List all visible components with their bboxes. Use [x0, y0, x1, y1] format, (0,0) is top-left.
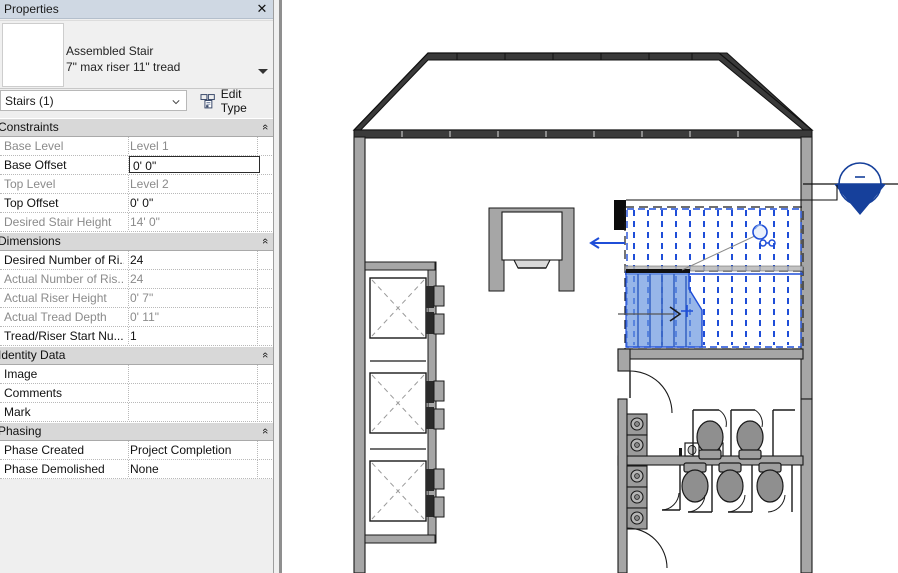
- property-value-cell: [128, 384, 258, 401]
- elevator-cab: [369, 372, 445, 434]
- property-value[interactable]: Project Completion: [130, 443, 258, 457]
- type-selector[interactable]: Assembled Stair 7" max riser 11" tread: [66, 43, 256, 75]
- property-group-header[interactable]: Phasing «: [0, 422, 274, 441]
- properties-grid: Constraints « Base Level Level 1 Base Offset…: [0, 118, 274, 479]
- property-row[interactable]: Actual Riser Height 0' 7": [0, 289, 274, 308]
- door-swing: [629, 370, 673, 414]
- collapse-chevron-icon[interactable]: «: [258, 352, 272, 358]
- urinal-fixtures: [626, 413, 648, 530]
- property-row[interactable]: Base Level Level 1: [0, 137, 274, 156]
- type-name-label: 7" max riser 11" tread: [66, 60, 181, 74]
- palette-title: Properties: [4, 2, 59, 16]
- property-value[interactable]: None: [130, 462, 258, 476]
- property-row[interactable]: Base Offset 0' 0": [0, 156, 274, 175]
- properties-title-bar: Properties ✕: [0, 0, 274, 19]
- property-value-cell: [128, 403, 258, 420]
- property-group-label: Constraints: [0, 120, 59, 134]
- type-preview-thumbnail: [2, 23, 64, 87]
- property-row[interactable]: Desired Stair Height 14' 0": [0, 213, 274, 232]
- property-row[interactable]: Phase Demolished None: [0, 460, 274, 479]
- property-value: 24: [130, 272, 144, 286]
- property-row[interactable]: Tread/Riser Start Nu... 1: [0, 327, 274, 346]
- stair-grip-control-icon[interactable]: [681, 224, 776, 271]
- property-value-input-focused[interactable]: 0' 0": [129, 156, 260, 173]
- close-icon[interactable]: ✕: [254, 1, 270, 17]
- application-window: Properties ✕ Assembled Stair 7" max rise…: [0, 0, 898, 573]
- property-key: Actual Tread Depth: [4, 310, 107, 324]
- property-group-label: Phasing: [0, 424, 42, 438]
- property-group-label: Identity Data: [0, 348, 66, 362]
- property-group-label: Dimensions: [0, 234, 61, 248]
- chevron-down-icon: [172, 100, 180, 105]
- property-value[interactable]: 1: [130, 329, 258, 343]
- property-key: Actual Number of Ris...: [4, 272, 124, 286]
- property-group-header[interactable]: Identity Data «: [0, 346, 274, 365]
- toilet-fixture: [736, 420, 764, 460]
- collapse-chevron-icon[interactable]: «: [258, 238, 272, 244]
- toilet-fixture: [716, 462, 744, 503]
- property-row[interactable]: Desired Number of Ri... 24: [0, 251, 274, 270]
- property-key: Actual Riser Height: [4, 291, 107, 305]
- property-group-header[interactable]: Dimensions «: [0, 232, 274, 251]
- toilet-fixture: [681, 462, 709, 503]
- flip-direction-arrow[interactable]: [589, 237, 625, 249]
- property-row[interactable]: Image: [0, 365, 274, 384]
- property-row[interactable]: Comments: [0, 384, 274, 403]
- properties-palette: Properties ✕ Assembled Stair 7" max rise…: [0, 0, 274, 573]
- collapse-chevron-icon[interactable]: «: [258, 124, 272, 130]
- property-value: Level 2: [130, 177, 169, 191]
- property-value: 14' 0": [130, 215, 160, 229]
- property-key: Phase Created: [4, 443, 85, 457]
- edit-type-icon: [200, 93, 215, 108]
- property-value: Level 1: [130, 139, 169, 153]
- edit-type-label: Edit Type: [220, 86, 247, 115]
- property-row[interactable]: Actual Number of Ris... 24: [0, 270, 274, 289]
- property-value: 0' 11": [130, 310, 160, 324]
- property-key: Image: [4, 367, 38, 381]
- property-key: Comments: [4, 386, 63, 400]
- property-row[interactable]: Top Level Level 2: [0, 175, 274, 194]
- toilet-fixture: [696, 420, 724, 460]
- floor-plan-drawing: [352, 52, 898, 573]
- property-value[interactable]: 24: [130, 253, 258, 267]
- property-value-cell: [128, 365, 258, 382]
- property-key: Base Offset: [4, 158, 67, 172]
- type-selector-block: Assembled Stair 7" max riser 11" tread: [0, 20, 274, 89]
- drawing-canvas[interactable]: [282, 0, 898, 573]
- toilet-fixture: [756, 462, 784, 503]
- selector-row: Stairs (1) Edit Type: [0, 87, 274, 115]
- property-key: Desired Stair Height: [4, 215, 112, 229]
- property-key: Top Level: [4, 177, 56, 191]
- roof-outline: [352, 52, 814, 139]
- property-row[interactable]: Phase Created Project Completion: [0, 441, 274, 460]
- stair-wall-stub: [614, 200, 626, 230]
- sink-fixtures: [679, 442, 724, 457]
- category-select[interactable]: Stairs (1): [0, 90, 187, 111]
- property-row[interactable]: Actual Tread Depth 0' 11": [0, 308, 274, 327]
- type-family-name: Assembled Stair: [66, 44, 154, 58]
- elevator-cab: [369, 277, 445, 339]
- category-select-value: Stairs (1): [5, 94, 54, 108]
- elevator-cab: [369, 460, 445, 522]
- edit-type-button[interactable]: Edit Type: [196, 87, 274, 115]
- door-swing: [626, 527, 668, 569]
- elevator-shafts: [364, 261, 445, 544]
- utility-closet: [488, 207, 575, 292]
- property-key: Top Offset: [4, 196, 59, 210]
- section-head-marker[interactable]: [625, 162, 898, 215]
- floor-level-wall: [617, 348, 804, 372]
- collapse-chevron-icon[interactable]: «: [258, 428, 272, 434]
- property-value: 0' 7": [130, 291, 154, 305]
- property-group-header[interactable]: Constraints «: [0, 118, 274, 137]
- property-key: Phase Demolished: [4, 462, 105, 476]
- property-row[interactable]: Mark: [0, 403, 274, 422]
- property-value[interactable]: 0' 0": [130, 196, 258, 210]
- chevron-down-icon[interactable]: [258, 69, 268, 74]
- property-key: Tread/Riser Start Nu...: [4, 329, 124, 343]
- property-row[interactable]: Top Offset 0' 0": [0, 194, 274, 213]
- property-key: Desired Number of Ri...: [4, 253, 124, 267]
- property-key: Mark: [4, 405, 31, 419]
- property-key: Base Level: [4, 139, 64, 153]
